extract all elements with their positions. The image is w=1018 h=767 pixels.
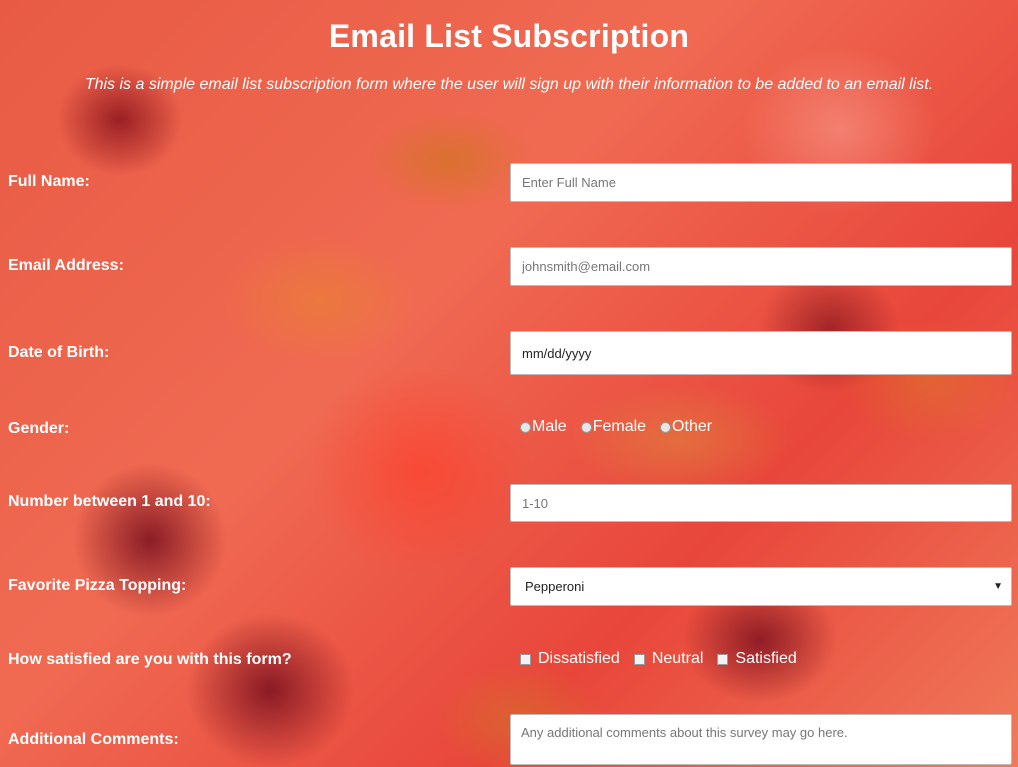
gender-option-label: Female [592, 418, 647, 435]
topping-label: Favorite Pizza Topping: [8, 577, 187, 594]
full-name-label: Full Name: [8, 173, 90, 190]
gender-option-label: Other [672, 418, 713, 435]
full-name-input[interactable] [510, 163, 1012, 202]
number-input[interactable] [510, 484, 1012, 522]
page-subtitle: This is a simple email list subscription… [84, 76, 934, 93]
dob-value: mm/dd/yyyy [522, 345, 592, 361]
satisfaction-option-neutral[interactable]: Neutral [633, 650, 704, 668]
email-label: Email Address: [8, 257, 124, 274]
checkbox[interactable] [717, 653, 729, 665]
topping-select[interactable]: Pepperoni ▼ [510, 567, 1012, 606]
satisfaction-option-dissatisfied[interactable]: Dissatisfied [520, 650, 620, 668]
satisfaction-label: How satisfied are you with this form? [8, 651, 292, 668]
satisfaction-checkbox-group: Dissatisfied Neutral Satisfied [520, 650, 811, 668]
comments-textarea[interactable] [510, 714, 1012, 765]
topping-selected-value: Pepperoni [525, 579, 585, 594]
gender-option-label: Male [532, 418, 567, 435]
checkbox[interactable] [633, 653, 645, 665]
checkbox[interactable] [520, 653, 531, 665]
email-input[interactable] [510, 247, 1012, 286]
gender-option-female[interactable]: Female [580, 418, 647, 436]
page-title: Email List Subscription [328, 18, 690, 54]
satisfaction-option-label: Neutral [651, 650, 704, 667]
gender-option-other[interactable]: Other [660, 418, 712, 436]
radio-button[interactable] [580, 421, 592, 433]
satisfaction-option-satisfied[interactable]: Satisfied [717, 650, 797, 668]
number-label: Number between 1 and 10: [8, 493, 211, 510]
satisfaction-option-label: Satisfied [735, 650, 797, 667]
gender-radio-group: Male Female Other [520, 418, 726, 436]
gender-label: Gender: [8, 420, 70, 437]
comments-label: Additional Comments: [8, 731, 179, 748]
radio-button[interactable] [520, 421, 531, 433]
chevron-down-icon: ▼ [993, 581, 1003, 592]
dob-label: Date of Birth: [8, 344, 110, 361]
dob-date-input[interactable]: mm/dd/yyyy [510, 331, 1012, 375]
radio-button[interactable] [660, 421, 672, 433]
gender-option-male[interactable]: Male [520, 418, 567, 436]
satisfaction-option-label: Dissatisfied [538, 650, 620, 667]
